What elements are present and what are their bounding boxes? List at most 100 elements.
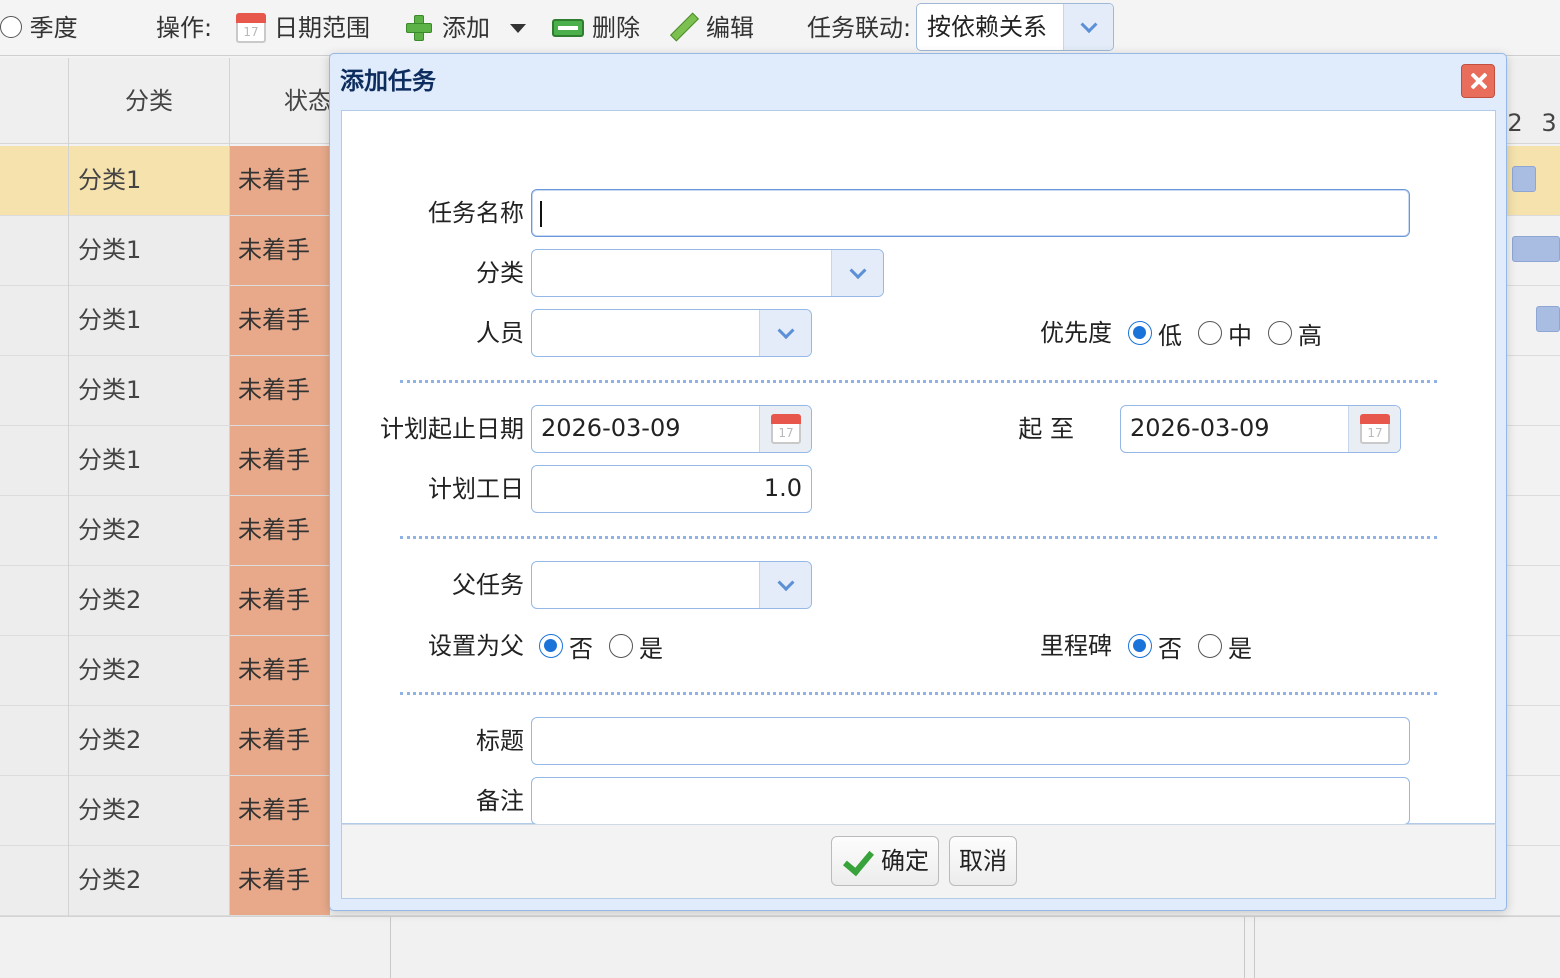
status-cell[interactable]: 未着手	[230, 216, 330, 285]
radio-icon[interactable]	[1198, 634, 1222, 658]
row-handle[interactable]	[0, 286, 68, 355]
priority-high-option[interactable]: 高	[1268, 316, 1322, 351]
gantt-bar[interactable]	[1536, 306, 1560, 332]
category-cell[interactable]: 分类2	[69, 566, 229, 635]
row-handle[interactable]	[0, 216, 68, 285]
row-handle[interactable]	[0, 146, 68, 215]
milestone-label: 里程碑	[1040, 632, 1112, 660]
set-as-parent-yes-label: 是	[639, 634, 663, 663]
priority-low-label: 低	[1158, 321, 1182, 350]
task-name-label: 任务名称	[428, 199, 524, 227]
task-name-input[interactable]	[531, 189, 1410, 237]
dropdown-arrow-icon[interactable]	[510, 23, 526, 33]
close-icon[interactable]	[1461, 64, 1495, 98]
radio-icon[interactable]	[1198, 321, 1222, 345]
date-range-label: 日期范围	[274, 14, 370, 42]
edit-button[interactable]: 编辑	[668, 10, 754, 46]
chevron-down-icon	[777, 322, 794, 340]
row-handle[interactable]	[0, 356, 68, 425]
calendar-button[interactable]	[1348, 406, 1400, 452]
category-cell[interactable]: 分类2	[69, 846, 229, 915]
calendar-icon	[1360, 414, 1390, 444]
set-as-parent-no-option[interactable]: 否	[539, 629, 593, 664]
calendar-button[interactable]	[759, 406, 811, 452]
status-cell[interactable]: 未着手	[230, 776, 330, 845]
milestone-yes-option[interactable]: 是	[1198, 629, 1252, 664]
status-cell[interactable]: 未着手	[230, 496, 330, 565]
parent-task-select[interactable]	[531, 561, 812, 609]
remark-input[interactable]	[531, 777, 1410, 825]
plan-end-value: 2026-03-09	[1130, 414, 1270, 442]
status-cell[interactable]: 未着手	[230, 846, 330, 915]
row-handle[interactable]	[0, 566, 68, 635]
linkage-label: 任务联动:	[807, 14, 912, 42]
status-cell[interactable]: 未着手	[230, 356, 330, 425]
status-cell[interactable]: 未着手	[230, 146, 330, 215]
dotted-separator	[400, 536, 1437, 539]
category-cell[interactable]: 分类2	[69, 636, 229, 705]
row-handle[interactable]	[0, 846, 68, 915]
category-cell[interactable]: 分类1	[69, 426, 229, 495]
plan-days-input[interactable]: 1.0	[531, 465, 812, 513]
plan-days-label: 计划工日	[428, 475, 524, 503]
gantt-bar[interactable]	[1512, 236, 1560, 262]
category-cell[interactable]: 分类1	[69, 286, 229, 355]
row-handle[interactable]	[0, 776, 68, 845]
category-cell[interactable]: 分类2	[69, 706, 229, 775]
set-as-parent-radio-group: 否 是	[539, 622, 673, 670]
status-cell[interactable]: 未着手	[230, 636, 330, 705]
radio-selected-icon[interactable]	[1128, 634, 1152, 658]
row-handle[interactable]	[0, 496, 68, 565]
cancel-button[interactable]: 取消	[949, 836, 1017, 886]
parent-task-dropdown-button[interactable]	[759, 562, 811, 608]
priority-mid-option[interactable]: 中	[1198, 316, 1252, 351]
parent-task-label: 父任务	[452, 571, 524, 599]
status-cell[interactable]: 未着手	[230, 426, 330, 495]
person-select[interactable]	[531, 309, 812, 357]
season-radio[interactable]: 季度	[0, 10, 78, 46]
radio-selected-icon[interactable]	[539, 634, 563, 658]
radio-icon[interactable]	[609, 634, 633, 658]
chevron-down-icon	[777, 574, 794, 592]
plan-end-date-input[interactable]: 2026-03-09	[1120, 405, 1401, 453]
person-label: 人员	[476, 319, 524, 347]
divider	[1254, 917, 1255, 978]
gantt-bar[interactable]	[1512, 166, 1536, 192]
title-input[interactable]	[531, 717, 1410, 765]
delete-button[interactable]: 删除	[552, 10, 640, 46]
person-dropdown-button[interactable]	[759, 310, 811, 356]
header-category[interactable]: 分类	[69, 58, 229, 144]
text-cursor	[540, 201, 542, 227]
radio-selected-icon[interactable]	[1128, 321, 1152, 345]
row-handle[interactable]	[0, 636, 68, 705]
row-handle[interactable]	[0, 706, 68, 775]
milestone-no-label: 否	[1158, 634, 1182, 663]
category-cell[interactable]: 分类2	[69, 496, 229, 565]
category-cell[interactable]: 分类1	[69, 216, 229, 285]
horizontal-scrollbar[interactable]	[0, 916, 1560, 978]
status-cell[interactable]: 未着手	[230, 706, 330, 775]
plan-start-date-input[interactable]: 2026-03-09	[531, 405, 812, 453]
status-cell[interactable]: 未着手	[230, 286, 330, 355]
radio-icon[interactable]	[1268, 321, 1292, 345]
status-cell[interactable]: 未着手	[230, 566, 330, 635]
category-cell[interactable]: 分类2	[69, 776, 229, 845]
edit-label: 编辑	[706, 14, 754, 42]
cancel-label: 取消	[959, 846, 1007, 875]
row-handle[interactable]	[0, 426, 68, 495]
milestone-no-option[interactable]: 否	[1128, 629, 1182, 664]
date-range-button[interactable]: 日期范围	[236, 10, 370, 46]
category-cell[interactable]: 分类1	[69, 146, 229, 215]
category-select[interactable]	[531, 249, 884, 297]
category-cell[interactable]: 分类1	[69, 356, 229, 425]
category-dropdown-button[interactable]	[831, 250, 883, 296]
set-as-parent-yes-option[interactable]: 是	[609, 629, 663, 664]
add-button[interactable]: 添加	[404, 10, 526, 46]
delete-label: 删除	[592, 14, 640, 42]
plan-start-label: 计划起止日期	[380, 415, 524, 443]
linkage-dropdown-button[interactable]	[1063, 4, 1113, 50]
ok-button[interactable]: 确定	[831, 836, 939, 886]
priority-low-option[interactable]: 低	[1128, 316, 1182, 351]
linkage-select[interactable]: 按依赖关系	[916, 3, 1114, 51]
ops-label: 操作:	[156, 14, 213, 42]
